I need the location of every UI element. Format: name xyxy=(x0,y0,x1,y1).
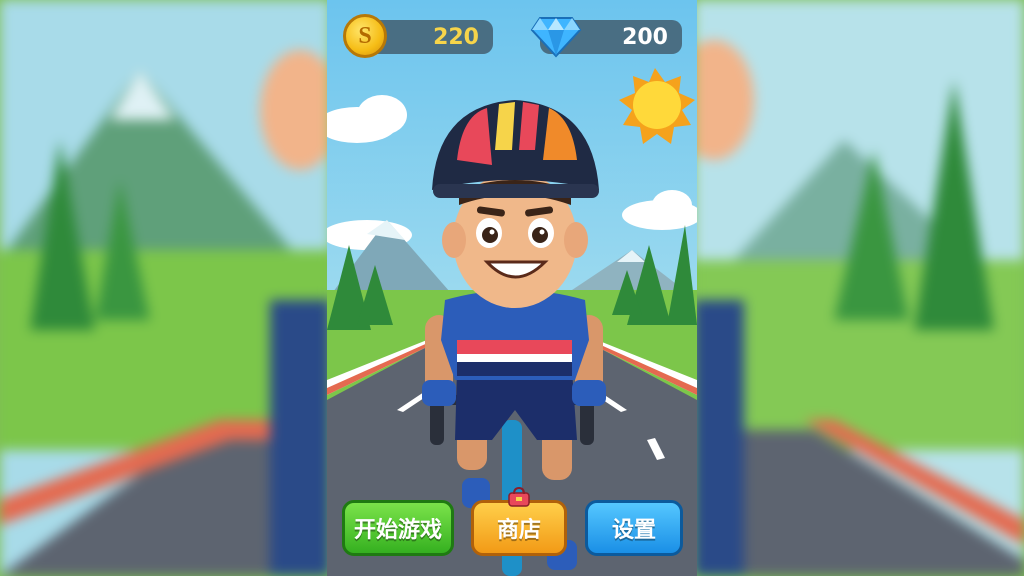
shop-button[interactable]: 商店 xyxy=(471,500,567,556)
coin-symbol: S xyxy=(358,22,372,49)
background-blur-right xyxy=(694,0,1024,576)
gem-value: 200 xyxy=(622,24,668,50)
shop-label: 商店 xyxy=(496,518,541,543)
shopping-bag-icon xyxy=(508,487,530,507)
background-blur-left xyxy=(0,0,330,576)
diamond-icon xyxy=(530,17,582,58)
coin-value: 220 xyxy=(433,24,479,50)
coin-icon: S xyxy=(343,14,387,58)
start-game-button[interactable]: 开始游戏 xyxy=(342,500,454,556)
settings-button[interactable]: 设置 xyxy=(585,500,683,556)
start-game-label: 开始游戏 xyxy=(353,518,442,543)
game-screen: 220 S 200 开始游戏 商店 设置 xyxy=(327,0,697,576)
settings-label: 设置 xyxy=(611,518,656,543)
